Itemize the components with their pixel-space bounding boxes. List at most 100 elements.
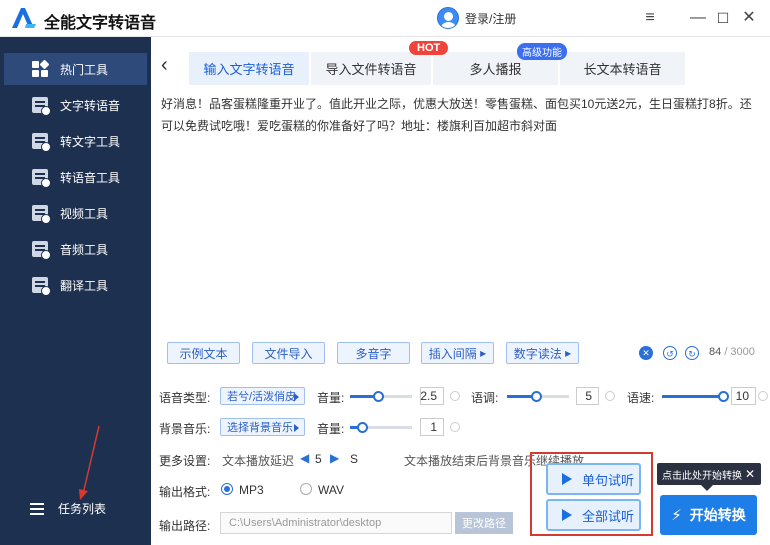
bgm-volume-label: 音量: (317, 422, 345, 436)
bgm-volume-value[interactable]: 1 (420, 418, 444, 436)
increase-icon[interactable]: ▶ (330, 451, 339, 465)
pitch-value[interactable]: 5 (576, 387, 599, 405)
sidebar-item-video-tools[interactable]: 视频工具 (4, 197, 147, 229)
mp3-label: MP3 (239, 483, 264, 497)
bgm-volume-slider[interactable] (350, 422, 412, 433)
decrease-icon[interactable]: ◀ (300, 451, 309, 465)
bgm-value: 选择背景音乐 (227, 422, 293, 434)
task-list-label: 任务列表 (58, 502, 107, 516)
bgm-label: 背景音乐: (159, 422, 211, 436)
start-convert-label: 开始转换 (689, 507, 746, 523)
sidebar: 热门工具 文字转语音 转文字工具 转语音工具 视频工具 音频工具 翻译工具 (0, 37, 151, 545)
sidebar-item-label: 音频工具 (60, 242, 109, 257)
file-import-button[interactable]: 文件导入 (252, 342, 325, 364)
sidebar-item-to-speech-tools[interactable]: 转语音工具 (4, 161, 147, 193)
redo-icon[interactable]: ↻ (685, 346, 699, 360)
pitch-slider[interactable] (507, 391, 569, 402)
convert-icon: ⚡ (671, 507, 682, 524)
single-listen-button[interactable]: 单句试听 (546, 463, 641, 495)
output-path-field[interactable]: C:\Users\Administrator\desktop (220, 512, 452, 534)
speed-slider[interactable] (662, 391, 729, 402)
delay-value: 5 (315, 452, 322, 466)
text-editor[interactable]: 好消息！品客蛋糕隆重开业了。值此开业之际，优惠大放送！零售蛋糕、面包买10元送2… (161, 93, 756, 343)
avatar (437, 7, 459, 29)
tab-import-file[interactable]: 导入文件转语音 (311, 52, 431, 85)
change-path-button[interactable]: 更改路径 (455, 512, 513, 534)
format-label: 输出格式: (159, 485, 211, 499)
back-chevron-icon[interactable]: ‹ (161, 55, 168, 75)
output-path-label: 输出路径: (159, 519, 211, 533)
hot-badge: HOT (409, 41, 449, 55)
title-bar: 全能文字转语音 登录/注册 ≡ — ☐ ✕ (0, 0, 770, 37)
speed-label: 语速: (627, 391, 655, 405)
play-icon (562, 509, 572, 521)
delay-label: 文本播放延迟 (222, 454, 295, 468)
volume-value[interactable]: 2.5 (420, 387, 444, 405)
volume-label: 音量: (317, 391, 345, 405)
tooltip-text: 点击此处开始转换 (662, 470, 742, 482)
volume-slider[interactable] (350, 391, 412, 402)
audio-icon (32, 241, 51, 260)
insert-pause-label: 插入间隔 (428, 346, 477, 361)
tab-input-text[interactable]: 输入文字转语音 (189, 52, 309, 85)
voice-type-select[interactable]: 若兮/活泼俏皮 (220, 387, 305, 405)
advanced-badge: 高级功能 (517, 43, 567, 60)
more-settings-label: 更多设置: (159, 454, 211, 468)
mp3-radio[interactable] (221, 483, 233, 495)
editor-toolbar: 示例文本 文件导入 多音字 插入间隔 ▸ 数字读法 ▸ ✕ ↺ ↻ 84 / 3… (167, 342, 757, 364)
voice-type-label: 语音类型: (159, 391, 211, 405)
wav-radio[interactable] (300, 483, 312, 495)
single-listen-label: 单句试听 (582, 472, 635, 488)
speed-value[interactable]: 10 (731, 387, 756, 405)
sidebar-item-label: 热门工具 (60, 62, 109, 77)
login-register-label: 登录/注册 (465, 11, 517, 26)
chevron-right-icon: ▸ (480, 346, 487, 360)
sample-text-button[interactable]: 示例文本 (167, 342, 240, 364)
sidebar-item-text-to-speech[interactable]: 文字转语音 (4, 89, 147, 121)
document-icon (32, 97, 51, 116)
bgm-select[interactable]: 选择背景音乐 (220, 418, 305, 436)
tab-bar: ‹ 输入文字转语音 导入文件转语音 多人播报 长文本转语音 HOT 高级功能 (151, 37, 770, 85)
sidebar-item-label: 视频工具 (60, 206, 109, 221)
number-reading-button[interactable]: 数字读法 ▸ (506, 342, 579, 364)
help-icon (605, 391, 615, 401)
play-icon (562, 473, 572, 485)
app-logo-icon (12, 8, 36, 28)
tab-label: 长文本转语音 (583, 62, 662, 77)
document-icon (32, 133, 51, 152)
sidebar-item-label: 转文字工具 (60, 134, 121, 149)
close-icon[interactable]: ✕ (745, 467, 755, 481)
delay-unit: S (350, 452, 359, 466)
login-register-link[interactable]: 登录/注册 (437, 7, 516, 29)
help-icon (450, 391, 460, 401)
sidebar-item-label: 转语音工具 (60, 170, 121, 185)
insert-pause-button[interactable]: 插入间隔 ▸ (421, 342, 494, 364)
sidebar-item-translate-tools[interactable]: 翻译工具 (4, 269, 147, 301)
close-icon[interactable]: ✕ (740, 9, 758, 27)
pitch-label: 语调: (471, 391, 499, 405)
arrow-right-icon (294, 424, 299, 432)
all-listen-label: 全部试听 (582, 508, 635, 524)
task-list-button[interactable]: 任务列表 (30, 500, 106, 517)
minimize-icon[interactable]: — (689, 9, 707, 27)
maximize-icon[interactable]: ☐ (714, 9, 732, 27)
app-title: 全能文字转语音 (44, 15, 157, 32)
sidebar-item-audio-tools[interactable]: 音频工具 (4, 233, 147, 265)
menu-icon[interactable]: ≡ (641, 9, 659, 27)
tab-label: 多人播报 (469, 62, 522, 77)
char-counter: 84 / 3000 (709, 346, 755, 358)
sidebar-item-to-text-tools[interactable]: 转文字工具 (4, 125, 147, 157)
number-reading-label: 数字读法 (513, 346, 562, 361)
video-icon (32, 205, 51, 224)
polyphone-button[interactable]: 多音字 (337, 342, 410, 364)
voice-type-value: 若兮/活泼俏皮 (227, 391, 297, 403)
sidebar-item-hot-tools[interactable]: 热门工具 (4, 53, 147, 85)
help-icon (450, 422, 460, 432)
all-listen-button[interactable]: 全部试听 (546, 499, 641, 531)
document-icon (32, 169, 51, 188)
start-tooltip: 点击此处开始转换 ✕ (657, 463, 761, 491)
tab-long-text[interactable]: 长文本转语音 (560, 52, 685, 85)
undo-icon[interactable]: ↺ (663, 346, 677, 360)
clear-icon[interactable]: ✕ (639, 346, 653, 360)
start-convert-button[interactable]: ⚡ 开始转换 (660, 495, 757, 535)
